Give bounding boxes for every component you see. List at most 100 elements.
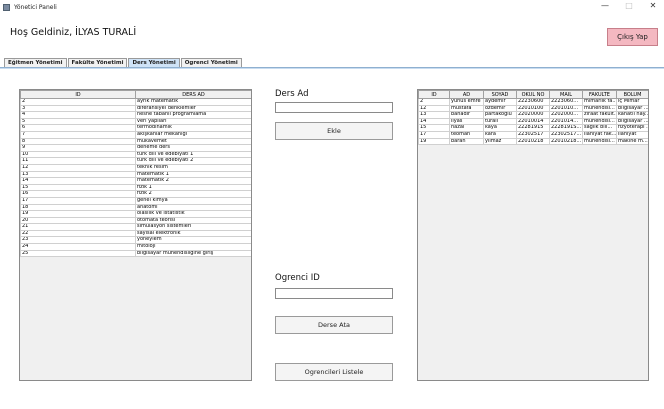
table-cell: bahadır [449,111,484,119]
logout-button[interactable]: Çıkış Yap [607,28,658,46]
table-cell: 17 [418,130,450,139]
table-cell: 22010100 [516,104,550,113]
column-header[interactable]: OKUL NO [516,90,550,99]
table-cell: iç Mimar [616,98,648,106]
table-row[interactable]: 20 otomata teorisi [20,216,251,225]
table-row[interactable]: 18 anatomi [20,203,251,212]
table-row[interactable]: 9 deneme ders [20,144,251,152]
window-controls: — □ ✕ [598,1,660,10]
table-row[interactable]: 10 türk dili ve edebiyatı 1 [20,150,251,159]
table-cell: 18 [20,203,136,212]
table-cell: matematik 1 [135,170,251,179]
table-row[interactable]: 12 mustafa özdemir 22010100 2201010... mühend… [418,104,648,113]
table-row[interactable]: 24 mitoloji [20,243,251,251]
table-cell: 2 [20,98,136,106]
table-row[interactable]: 15 hazal kaya 22281915 2228191S... sağlık bil… [418,124,649,132]
table-cell: 15 [418,124,450,132]
column-header[interactable]: MAIL [549,90,583,99]
table-cell: turalı [483,117,517,126]
table-cell: 22281915 [516,124,550,132]
table-cell: hazal [449,124,484,132]
course-table-panel[interactable]: ID DERS AD 2 ayrık matematik 3 diferansiyel … [19,89,252,381]
column-header[interactable]: AD [449,90,484,99]
table-cell: 15 [20,183,136,192]
maximize-icon[interactable]: □ [622,1,636,10]
column-header[interactable]: ID [20,90,136,99]
column-header[interactable]: SOYAD [483,90,517,99]
table-cell: 12 [20,163,136,172]
table-row[interactable]: 23 yöneylem [20,236,251,245]
table-cell: diferansiyel denklemler [135,104,251,113]
close-icon[interactable]: ✕ [646,1,660,10]
column-header[interactable]: FAKULTE [582,90,617,99]
table-row[interactable]: 4 nesne tabanlı programlama [20,111,251,119]
table-cell: ilahiyat [616,130,648,139]
table-cell: 2201010... [549,104,583,113]
table-row[interactable]: 19 baran yılmaz 22010218 2201021​8... mühendi… [418,137,648,146]
app-icon [3,3,10,11]
table-row[interactable]: 13 matematik 1 [20,170,251,179]
column-header[interactable]: DERS AD [135,90,251,99]
table-row[interactable]: 17 teoman kara 22302517 2230251​7... ilahiyat… [418,130,648,139]
table-row[interactable]: 16 fizik 2 [20,190,251,198]
column-header[interactable]: BOLUM [616,90,648,99]
table-row[interactable]: 8 mukavemet [20,137,251,146]
table-cell: mustafa [449,104,484,113]
table-row[interactable]: 6 termodinamik [20,124,251,132]
table-cell: türk dili ve edebiyatı 1 [135,150,251,159]
table-cell: kara [483,130,517,139]
table-row[interactable]: 5 veri yapıları [20,117,251,126]
table-row[interactable]: 2 ayrık matematik [20,98,251,106]
table-row[interactable]: 13 bahadır partakoğlu 22020000 2202000... zir… [418,111,648,119]
table-cell: teknik resim [135,163,251,172]
table-cell: 21 [20,223,136,231]
student-id-input[interactable] [275,288,393,299]
add-course-button[interactable]: Ekle [275,122,393,140]
table-row[interactable]: 14 matematik 2 [20,177,251,185]
table-cell: 6 [20,124,136,132]
course-name-input[interactable] [275,102,393,113]
table-cell: ayrık matematik [135,98,251,106]
table-row[interactable]: 22 sayısal elektronik [20,229,251,238]
table-row[interactable]: 17 genel kimya [20,196,251,205]
table-cell: ilyas [449,117,484,126]
table-row[interactable]: 19 olasılık ve istatistik [20,210,251,218]
minimize-icon[interactable]: — [598,1,612,10]
table-cell: fizik 1 [135,183,251,192]
list-students-button[interactable]: Ogrencileri Listele [275,363,393,381]
table-cell: fizyoterapi ... [616,124,649,132]
table-row[interactable]: 21 simülasyon sistemleri [20,223,251,231]
table-cell: 14 [418,117,450,126]
column-header[interactable]: ID [418,90,450,99]
table-cell: 4 [20,111,136,119]
table-cell: 8 [20,137,136,146]
table-row[interactable]: 15 fizik 1 [20,183,251,192]
student-table-panel[interactable]: ID AD SOYAD OKUL NO MAIL FAKULTE BOLUM 2 yunus … [417,89,649,381]
table-row[interactable]: 14 ilyas turalı 22010014 2201014... mühendisl… [418,117,648,126]
table-cell: 22010014 [516,117,550,126]
table-cell: 22010218 [516,137,550,146]
table-cell: 22230600 [516,98,550,106]
table-cell: 9 [20,144,136,152]
table-row[interactable]: 3 diferansiyel denklemler [20,104,251,113]
table-cell: yöneylem [135,236,251,245]
table-cell: 2223060... [549,98,583,106]
table-cell: veri yapıları [135,117,251,126]
student-id-label: Ogrenci ID [275,273,320,283]
table-cell: partakoğlu [483,111,517,119]
table-cell: ilahiyat fak... [582,130,617,139]
assign-course-button[interactable]: Derse Ata [275,316,393,334]
table-cell: kaya [483,124,517,132]
table-row[interactable]: 25 bilgisayar mühendisliğine giriş [20,249,251,258]
table-row[interactable]: 11 türk dili ve edebiyatı 2 [20,157,251,165]
table-row[interactable]: 7 akışkanlar mekaniği [20,130,251,139]
table-cell: sayısal elektronik [135,229,251,238]
table-cell: genel kimya [135,196,251,205]
table-cell: türk dili ve edebiyatı 2 [135,157,251,165]
table-row[interactable]: 12 teknik resim [20,163,251,172]
table-cell: 12 [418,104,450,113]
table-row[interactable]: 2 yunus emre aydemir 22230600 2223060... mima… [418,98,648,106]
table-cell: nesne tabanlı programlama [135,111,251,119]
table-cell: 13 [418,111,450,119]
table-cell: teoman [449,130,484,139]
